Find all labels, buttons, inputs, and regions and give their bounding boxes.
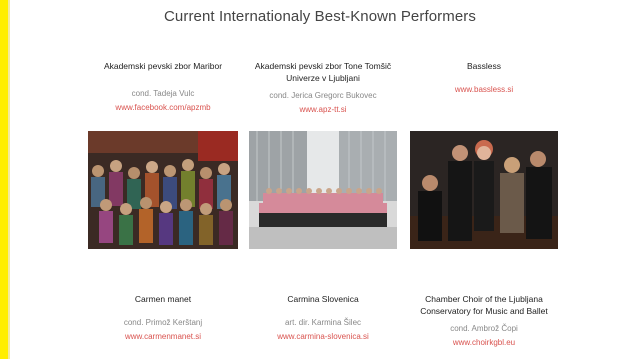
performer-card-carmen-manet: Carmen manet cond. Primož Kerštanj www.c…: [88, 293, 238, 342]
performer-card-apz-tone-tomsic: Akademski pevski zbor Tone Tomšič Univer…: [248, 60, 398, 115]
performer-card-carmina-slovenica: Carmina Slovenica art. dir. Karmina Šile…: [248, 293, 398, 342]
performer-photo-bassless[interactable]: [410, 131, 558, 249]
performer-card-bassless: Bassless www.bassless.si: [409, 60, 559, 95]
performer-conductor: cond. Jerica Gregorc Bukovec: [269, 91, 377, 100]
performer-name-line2: Conservatory for Music and Ballet: [420, 306, 548, 316]
performer-name: Akademski pevski zbor Tone Tomšič: [254, 61, 392, 71]
performer-photo-apz-tone-tomsic[interactable]: [249, 131, 397, 249]
performer-conductor: art. dir. Karmina Šilec: [284, 318, 362, 327]
performer-name-line2: Univerze v Ljubljani: [286, 73, 360, 83]
performer-name: Chamber Choir of the Ljubljana: [425, 294, 543, 304]
performer-link[interactable]: www.facebook.com/apzmb: [88, 102, 238, 113]
performer-card-chamber-choir: Chamber Choir of the Ljubljana Conservat…: [404, 293, 564, 348]
performer-link[interactable]: www.bassless.si: [409, 84, 559, 95]
performer-name: Carmen manet: [134, 294, 192, 304]
performer-link[interactable]: www.apz-tt.si: [248, 104, 398, 115]
performer-link[interactable]: www.carmenmanet.si: [88, 331, 238, 342]
performer-link[interactable]: www.choirkgbl.eu: [404, 337, 564, 348]
performer-name: Akademski pevski zbor Maribor: [103, 61, 223, 71]
performer-name: Carmina Slovenica: [287, 294, 359, 304]
performer-name: Bassless: [466, 61, 501, 71]
performer-link[interactable]: www.carmina-slovenica.si: [248, 331, 398, 342]
performer-conductor: cond. Primož Kerštanj: [123, 318, 203, 327]
performer-photo-apz-maribor[interactable]: [88, 131, 238, 249]
page-title: Current Internationaly Best-Known Perfor…: [163, 8, 477, 25]
performer-conductor: cond. Tadeja Vulc: [131, 89, 195, 98]
left-accent-bar: [0, 0, 10, 359]
performer-conductor: cond. Ambrož Čopi: [450, 324, 518, 333]
performer-card-apz-maribor: Akademski pevski zbor Maribor cond. Tade…: [88, 60, 238, 113]
